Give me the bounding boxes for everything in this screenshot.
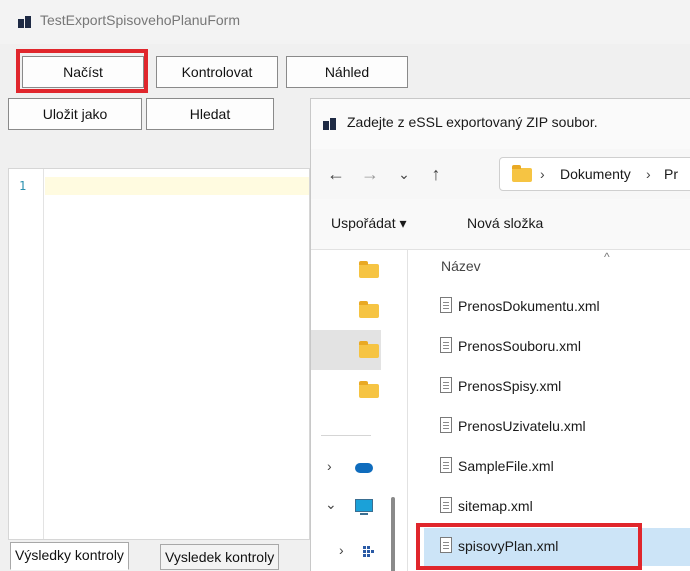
monitor-icon [355, 499, 373, 512]
breadcrumb-next[interactable]: Pr [664, 166, 678, 182]
file-row[interactable]: sitemap.xml [424, 488, 690, 526]
nav-onedrive-item[interactable]: › [311, 448, 381, 488]
file-name: spisovyPlan.xml [458, 538, 559, 554]
app-title: TestExportSpisovehoPlanuForm [40, 12, 240, 28]
file-row[interactable]: PrenosDokumentu.xml [424, 288, 690, 326]
current-line-highlight [45, 177, 309, 195]
navigation-pane: › ⌄ › [311, 250, 403, 571]
load-button[interactable]: Načíst [22, 56, 144, 88]
xml-file-icon [440, 297, 452, 313]
file-name: PrenosDokumentu.xml [458, 298, 600, 314]
folder-icon [359, 341, 379, 358]
line-number: 1 [19, 179, 27, 193]
back-arrow-icon[interactable]: ← [323, 161, 349, 187]
organize-menu[interactable]: Uspořádat ▾ [331, 215, 407, 232]
file-open-dialog: Zadejte z eSSL exportovaný ZIP soubor. ←… [310, 98, 690, 571]
xml-file-icon [440, 417, 452, 433]
nav-folder-item-selected[interactable] [311, 330, 381, 370]
breadcrumb-separator: › [646, 166, 651, 182]
nav-folder-item[interactable] [311, 250, 381, 290]
preview-button[interactable]: Náhled [286, 56, 408, 88]
column-header-name[interactable]: Název [441, 258, 481, 274]
tab-check-result[interactable]: Vysledek kontroly [160, 544, 280, 570]
save-as-button[interactable]: Uložit jako [8, 98, 142, 130]
folder-icon [359, 301, 379, 318]
recent-locations-chevron-icon[interactable]: ⌄ [391, 161, 417, 187]
sort-ascending-icon: ^ [604, 250, 610, 264]
dialog-navbar: ← → ⌄ ↑ › Dokumenty › Pr [311, 149, 690, 199]
collapse-chevron-icon[interactable]: ⌄ [325, 496, 337, 513]
xml-file-icon [440, 377, 452, 393]
breadcrumb-documents[interactable]: Dokumenty [560, 166, 631, 182]
file-row[interactable]: SampleFile.xml [424, 448, 690, 486]
check-button[interactable]: Kontrolovat [156, 56, 278, 88]
nav-folder-item[interactable] [311, 370, 381, 410]
file-row[interactable]: PrenosUzivatelu.xml [424, 408, 690, 446]
folder-icon [359, 381, 379, 398]
file-name: PrenosSpisy.xml [458, 378, 562, 394]
file-name: sitemap.xml [458, 498, 533, 514]
network-grid-icon [363, 546, 374, 557]
breadcrumb-separator: › [540, 166, 545, 182]
folder-icon [512, 165, 532, 182]
expand-chevron-icon[interactable]: › [327, 458, 332, 474]
line-number-gutter: 1 [9, 169, 44, 539]
dialog-app-icon [323, 118, 337, 130]
app-form-icon [18, 16, 32, 28]
xml-file-icon [440, 337, 452, 353]
nav-folder-item[interactable] [311, 290, 381, 330]
dialog-title: Zadejte z eSSL exportovaný ZIP soubor. [347, 114, 598, 130]
navpane-scrollbar[interactable] [391, 497, 395, 571]
tab-check-results[interactable]: Výsledky kontroly [10, 542, 129, 570]
code-editor[interactable]: 1 [8, 168, 310, 540]
up-arrow-icon[interactable]: ↑ [423, 161, 449, 187]
address-bar[interactable]: › Dokumenty › Pr [499, 157, 690, 191]
file-name: SampleFile.xml [458, 458, 554, 474]
dialog-command-bar: Uspořádat ▾ Nová složka [311, 199, 690, 250]
file-row[interactable]: PrenosSouboru.xml [424, 328, 690, 366]
results-tabstrip: Výsledky kontroly Vysledek kontroly [8, 540, 310, 570]
search-button[interactable]: Hledat [146, 98, 274, 130]
folder-icon [359, 261, 379, 278]
nav-divider [321, 435, 371, 436]
new-folder-button[interactable]: Nová složka [467, 215, 543, 231]
nav-this-pc-item[interactable]: ⌄ [311, 488, 381, 528]
file-row-selected[interactable]: spisovyPlan.xml [424, 528, 690, 566]
dialog-titlebar: Zadejte z eSSL exportovaný ZIP soubor. [311, 99, 690, 149]
xml-file-icon [440, 537, 452, 553]
nav-network-item[interactable]: › [311, 532, 381, 571]
file-list: ^ Název PrenosDokumentu.xml PrenosSoubor… [408, 250, 690, 571]
file-name: PrenosUzivatelu.xml [458, 418, 586, 434]
xml-file-icon [440, 457, 452, 473]
xml-file-icon [440, 497, 452, 513]
forward-arrow-icon[interactable]: → [357, 161, 383, 187]
expand-chevron-icon[interactable]: › [339, 542, 344, 558]
file-row[interactable]: PrenosSpisy.xml [424, 368, 690, 406]
onedrive-cloud-icon [355, 463, 373, 473]
file-name: PrenosSouboru.xml [458, 338, 581, 354]
app-titlebar: TestExportSpisovehoPlanuForm [0, 0, 690, 44]
